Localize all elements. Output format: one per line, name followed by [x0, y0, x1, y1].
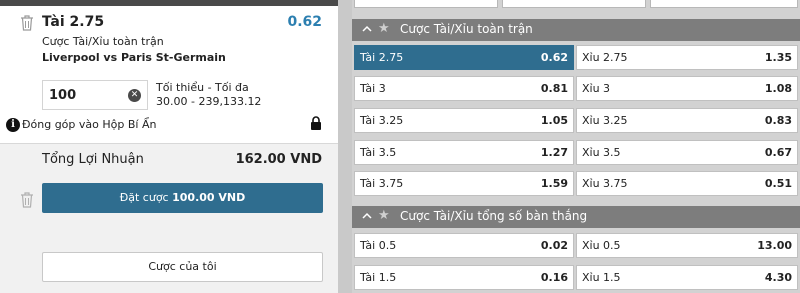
- bet-slip: Tài 2.75 0.62 Cược Tài/Xỉu toàn trận Liv…: [0, 0, 338, 293]
- selection-market: Cược Tài/Xỉu toàn trận: [42, 35, 164, 48]
- odds-label: Tài 3: [360, 82, 386, 95]
- stake-limit-values: 30.00 - 239,133.12: [156, 95, 262, 108]
- odds-button[interactable]: Xỉu 2.75 1.35: [576, 45, 798, 70]
- odds-price: 0.62: [540, 51, 568, 64]
- market-title: Cược Tài/Xỉu toàn trận: [400, 22, 533, 36]
- odds-label: Xỉu 3.5: [582, 146, 621, 159]
- chevron-up-icon[interactable]: [360, 209, 374, 223]
- odds-label: Xỉu 3: [582, 82, 611, 95]
- odds-button[interactable]: Tài 1.5 0.16: [354, 265, 574, 290]
- odds-label: Xỉu 0.5: [582, 239, 621, 252]
- market-header[interactable]: ★ Cược Tài/Xỉu tổng số bàn thắng: [352, 206, 800, 228]
- odds-button[interactable]: Tài 3 0.81: [354, 76, 574, 101]
- market-title: Cược Tài/Xỉu tổng số bàn thắng: [400, 209, 588, 223]
- odds-label: Tài 3.75: [360, 177, 404, 190]
- odds-button[interactable]: Xỉu 3 1.08: [576, 76, 798, 101]
- odds-button[interactable]: Tài 3.75 1.59: [354, 171, 574, 196]
- stake-input[interactable]: 100 ✕: [42, 80, 148, 110]
- trash-icon[interactable]: [20, 15, 34, 31]
- panel-separator: [338, 0, 352, 293]
- jackpot-contribution-text: Đóng góp vào Hộp Bí Ẩn: [22, 118, 157, 131]
- slip-top-bar: [0, 0, 338, 6]
- total-profit-label: Tổng Lợi Nhuận: [42, 152, 144, 167]
- odds-price: 0.67: [764, 146, 792, 159]
- odds-price: 1.27: [540, 146, 568, 159]
- place-bet-button[interactable]: Đặt cược 100.00 VND: [42, 183, 323, 213]
- odds-label: Tài 2.75: [360, 51, 404, 64]
- odds-button[interactable]: Xỉu 3.5 0.67: [576, 140, 798, 165]
- odds-price: 1.05: [540, 114, 568, 127]
- odds-button[interactable]: Xỉu 1.5 4.30: [576, 265, 798, 290]
- odds-price: 0.16: [540, 271, 568, 284]
- odds-price: 13.00: [757, 239, 792, 252]
- odds-label: Tài 1.5: [360, 271, 397, 284]
- odds-label: Xỉu 1.5: [582, 271, 621, 284]
- total-profit-value: 162.00 VND: [235, 152, 322, 167]
- odds-button[interactable]: Tài 3.5 1.27: [354, 140, 574, 165]
- my-bets-button[interactable]: Cược của tôi: [42, 252, 323, 282]
- odds-button[interactable]: Xỉu 3.25 0.83: [576, 108, 798, 133]
- selection-odds: 0.62: [287, 14, 322, 30]
- market-stub: [650, 0, 798, 8]
- market-stub: [502, 0, 646, 8]
- stake-limit-label: Tối thiểu - Tối đa: [156, 81, 249, 94]
- stake-value[interactable]: 100: [49, 88, 76, 103]
- odds-label: Xỉu 3.75: [582, 177, 628, 190]
- odds-price: 1.35: [764, 51, 792, 64]
- selection-title: Tài 2.75: [42, 14, 105, 30]
- odds-price: 4.30: [764, 271, 792, 284]
- odds-label: Tài 3.5: [360, 146, 397, 159]
- odds-button[interactable]: Tài 2.75 0.62: [354, 45, 574, 70]
- info-icon[interactable]: i: [6, 118, 20, 132]
- odds-price: 1.08: [764, 82, 792, 95]
- market-stub: [354, 0, 498, 8]
- odds-label: Tài 3.25: [360, 114, 404, 127]
- odds-button[interactable]: Tài 0.5 0.02: [354, 233, 574, 258]
- odds-price: 0.83: [764, 114, 792, 127]
- star-icon[interactable]: ★: [378, 208, 390, 223]
- trash-icon[interactable]: [20, 192, 34, 208]
- market-header[interactable]: ★ Cược Tài/Xỉu toàn trận: [352, 19, 800, 41]
- odds-label: Xỉu 3.25: [582, 114, 628, 127]
- odds-price: 0.51: [764, 177, 792, 190]
- odds-price: 0.02: [540, 239, 568, 252]
- selection-match: Liverpool vs Paris St-Germain: [42, 51, 226, 64]
- odds-button[interactable]: Xỉu 0.5 13.00: [576, 233, 798, 258]
- odds-button[interactable]: Xỉu 3.75 0.51: [576, 171, 798, 196]
- lock-icon: [310, 116, 322, 130]
- odds-label: Tài 0.5: [360, 239, 397, 252]
- place-bet-prefix: Đặt cược: [119, 191, 169, 204]
- odds-price: 1.59: [540, 177, 568, 190]
- clear-icon[interactable]: ✕: [128, 89, 141, 102]
- odds-button[interactable]: Tài 3.25 1.05: [354, 108, 574, 133]
- chevron-up-icon[interactable]: [360, 22, 374, 36]
- star-icon[interactable]: ★: [378, 21, 390, 36]
- markets-panel: ★ Cược Tài/Xỉu toàn trận Tài 2.75 0.62 X…: [352, 0, 800, 293]
- place-bet-amount: 100.00 VND: [172, 191, 246, 204]
- odds-label: Xỉu 2.75: [582, 51, 628, 64]
- odds-price: 0.81: [540, 82, 568, 95]
